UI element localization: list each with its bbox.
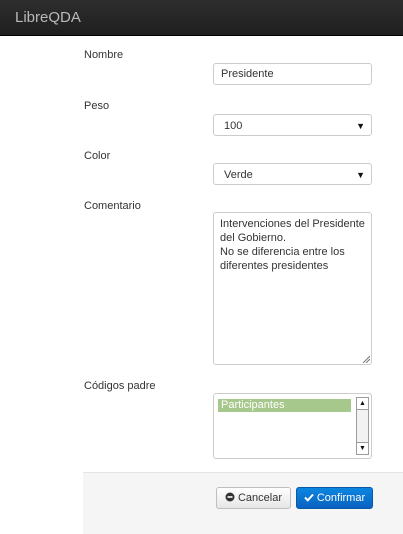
app-title: LibreQDA	[15, 9, 81, 26]
peso-label: Peso	[84, 100, 110, 112]
form-actions: Cancelar Confirmar	[83, 472, 403, 534]
resize-grip-icon[interactable]	[362, 355, 370, 363]
comentario-line: No se diferencia entre los	[220, 246, 345, 258]
chevron-down-icon: ▼	[356, 121, 365, 131]
code-edit-form: Nombre Presidente Peso 100 ▼ Color Verde…	[0, 36, 403, 534]
codigos-padre-label: Códigos padre	[84, 380, 156, 392]
title-bar: LibreQDA	[0, 0, 403, 36]
comentario-label: Comentario	[84, 200, 141, 212]
circle-minus-icon	[225, 492, 235, 502]
confirm-button-label: Confirmar	[316, 492, 366, 504]
comentario-line: del Gobierno.	[220, 232, 287, 244]
peso-selected-value: 100	[224, 120, 243, 132]
comentario-textarea[interactable]: Intervenciones del Presidente del Gobier…	[213, 212, 372, 365]
listbox-scrollbar[interactable]: ▲ ▼	[356, 397, 369, 455]
nombre-label: Nombre	[84, 49, 124, 61]
codigos-padre-listbox[interactable]: Participantes ▲ ▼	[213, 393, 372, 459]
scroll-up-icon[interactable]: ▲	[357, 398, 368, 410]
cancel-button[interactable]: Cancelar	[216, 487, 291, 509]
color-selected-value: Verde	[224, 169, 253, 181]
color-label: Color	[84, 150, 111, 162]
chevron-down-icon: ▼	[356, 170, 365, 180]
peso-select[interactable]: 100 ▼	[213, 114, 372, 136]
nombre-input[interactable]: Presidente	[213, 63, 372, 85]
check-icon	[304, 493, 314, 502]
scroll-down-icon[interactable]: ▼	[357, 442, 368, 454]
color-select[interactable]: Verde ▼	[213, 163, 372, 185]
comentario-line: diferentes presidentes	[220, 260, 329, 272]
comentario-line: Intervenciones del Presidente	[220, 218, 365, 230]
list-item[interactable]: Participantes	[218, 399, 351, 412]
cancel-button-label: Cancelar	[237, 492, 283, 504]
confirm-button[interactable]: Confirmar	[296, 487, 373, 509]
